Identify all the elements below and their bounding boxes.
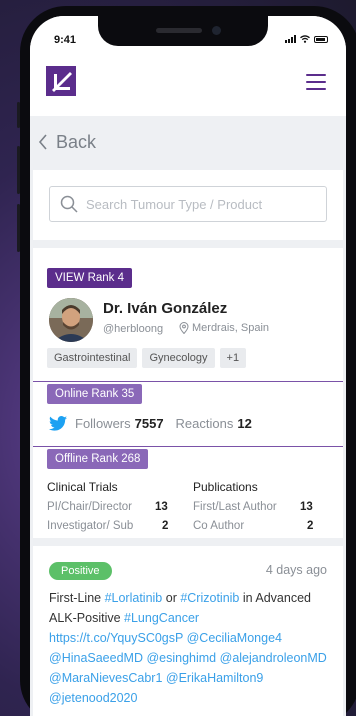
online-rank-badge: Online Rank 35 (47, 384, 143, 404)
volume-up-button (17, 146, 20, 194)
volume-down-button (17, 204, 20, 252)
url-link[interactable]: https://t.co/YquySC0gsP (49, 631, 183, 645)
publications-row-value: 2 (307, 520, 314, 532)
mention-link[interactable]: @CeciliaMonge4 (187, 631, 282, 645)
post-text: First-Line #Lorlatinib or #Crizotinib in… (49, 588, 329, 708)
publications-row-label: First/Last Author (193, 501, 277, 513)
reactions-value: 12 (237, 416, 252, 431)
mention-link[interactable]: @HinaSaeedMD (49, 651, 143, 665)
avatar-photo (49, 298, 93, 342)
post-text-segment: or (162, 591, 181, 605)
mention-link[interactable]: @ErikaHamilton9 (166, 671, 263, 685)
specialty-tags: Gastrointestinal Gynecology +1 (47, 348, 247, 368)
mute-switch (17, 102, 20, 128)
location-pin-icon (179, 322, 189, 334)
section-divider (33, 381, 343, 382)
followers-label: Followers (75, 416, 131, 431)
post-card[interactable]: Positive 4 days ago First-Line #Lorlatin… (33, 546, 343, 716)
clinical-trials-row-value: 13 (155, 501, 168, 513)
twitter-icon (49, 416, 67, 431)
hashtag-link[interactable]: #Lorlatinib (105, 591, 163, 605)
app-header (30, 56, 346, 116)
tag-gynecology[interactable]: Gynecology (142, 348, 215, 368)
publications-row-label: Co Author (193, 520, 245, 532)
status-icons (285, 35, 328, 43)
mention-link[interactable]: @alejandroleonMD (220, 651, 327, 665)
device-notch (98, 16, 268, 46)
battery-icon (314, 35, 328, 43)
search-icon (60, 195, 78, 213)
back-button[interactable]: Back (30, 116, 346, 168)
clinical-trials-row-value: 2 (162, 520, 169, 532)
search-input[interactable] (86, 196, 306, 212)
mention-link[interactable]: @jetenood2020 (49, 691, 137, 705)
view-rank-badge: VIEW Rank 4 (47, 268, 133, 288)
speaker-grille (156, 28, 202, 33)
location-text: Merdrais, Spain (192, 322, 270, 334)
publications-title: Publications (193, 480, 258, 494)
social-stats: Followers 7557 Reactions 12 (49, 416, 252, 431)
clinical-trials-row-label: Investigator/ Sub (47, 520, 134, 532)
status-time: 9:41 (54, 34, 77, 46)
tag-more[interactable]: +1 (219, 348, 247, 368)
post-text-segment: First-Line (49, 591, 105, 605)
front-camera (212, 26, 221, 35)
avatar (49, 298, 93, 342)
search-card (33, 170, 343, 240)
mention-link[interactable]: @MaraNievesCabr1 (49, 671, 162, 685)
clinical-trials-title: Clinical Trials (47, 480, 118, 494)
profile-location: Merdrais, Spain (179, 322, 269, 334)
hashtag-link[interactable]: #LungCancer (124, 611, 199, 625)
back-label: Back (56, 131, 97, 152)
tag-gastrointestinal[interactable]: Gastrointestinal (47, 348, 138, 368)
profile-handle: @herbloong (103, 323, 164, 335)
profile-card[interactable]: VIEW Rank 4 Dr. Iván González @herbloong… (33, 248, 343, 538)
section-divider (33, 446, 343, 447)
clinical-trials-row-label: PI/Chair/Director (47, 501, 132, 513)
search-box[interactable] (49, 186, 327, 222)
hamburger-menu-icon[interactable] (306, 74, 326, 90)
profile-name: Dr. Iván González (103, 300, 228, 317)
publications-row-value: 13 (300, 501, 313, 513)
hashtag-link[interactable]: #Crizotinib (180, 591, 239, 605)
app-screen: 9:41 Back Search Tumour Type / Product V… (30, 16, 346, 716)
offline-rank-badge: Offline Rank 268 (47, 449, 149, 469)
mention-link[interactable]: @esinghimd (146, 651, 216, 665)
sentiment-badge: Positive (49, 562, 112, 580)
signal-icon (285, 35, 296, 43)
reactions-label: Reactions (175, 416, 234, 431)
wifi-icon (300, 35, 310, 43)
app-logo-icon[interactable] (46, 66, 76, 96)
followers-value: 7557 (134, 416, 164, 431)
chevron-left-icon (38, 134, 47, 150)
post-timestamp: 4 days ago (265, 563, 327, 577)
